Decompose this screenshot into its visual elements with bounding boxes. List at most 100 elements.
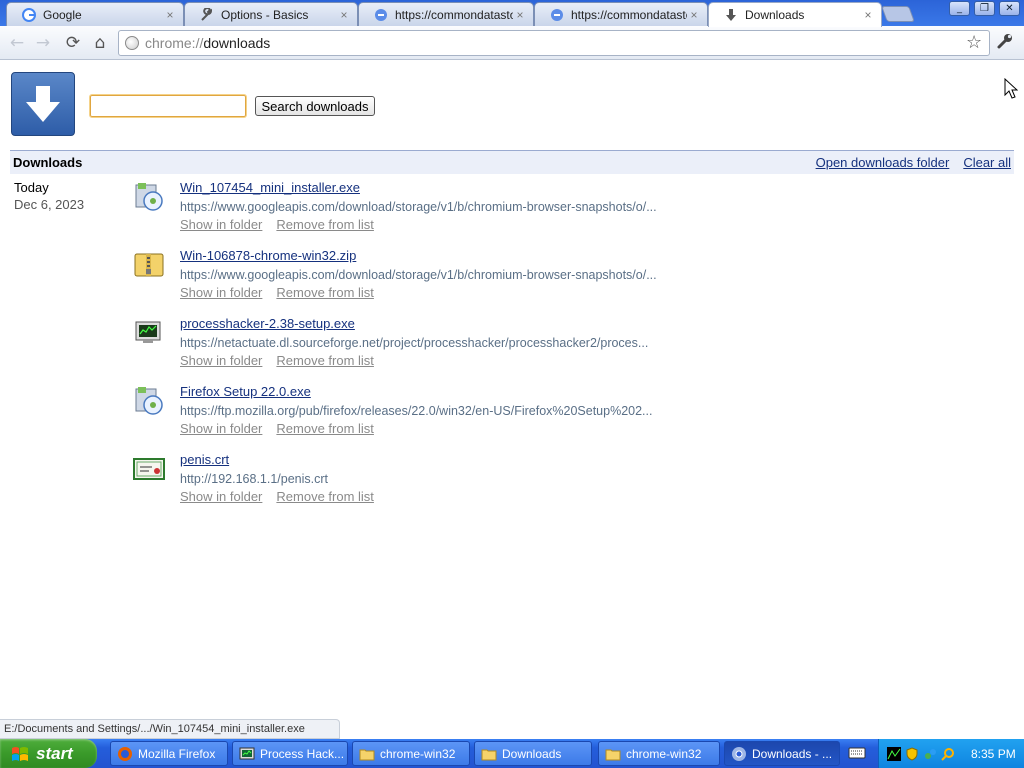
download-item: penis.crt http://192.168.1.1/penis.crt S…: [132, 452, 732, 520]
taskbar-item-downloads-chromium[interactable]: Downloads - ...: [724, 741, 840, 766]
download-actions: Show in folder Remove from list: [180, 217, 388, 232]
security-shield-icon[interactable]: [905, 746, 919, 761]
start-button[interactable]: start: [0, 739, 97, 768]
wrench-icon: [199, 7, 215, 23]
tab-commondatastorage-2[interactable]: https://commondatastorage ×: [534, 2, 708, 26]
show-in-folder-link[interactable]: Show in folder: [180, 217, 262, 232]
section-title: Downloads: [13, 155, 83, 170]
close-icon[interactable]: ×: [163, 8, 177, 22]
certificate-icon: [132, 452, 166, 486]
tab-label: Downloads: [745, 8, 805, 22]
taskbar-item-mozilla-firefox[interactable]: Mozilla Firefox: [110, 741, 228, 766]
reload-button[interactable]: ⟳: [62, 32, 84, 54]
installer-icon: [132, 384, 166, 418]
google-icon: [21, 7, 37, 23]
show-in-folder-link[interactable]: Show in folder: [180, 353, 262, 368]
folder-icon: [481, 749, 497, 760]
folder-icon: [605, 749, 621, 760]
installer-icon: [132, 180, 166, 214]
download-source-url[interactable]: https://www.googleapis.com/download/stor…: [180, 200, 680, 214]
minimize-button[interactable]: _: [949, 1, 970, 16]
download-source-url[interactable]: https://ftp.mozilla.org/pub/firefox/rele…: [180, 404, 680, 418]
clear-all-link[interactable]: Clear all: [963, 155, 1011, 170]
download-source-url[interactable]: https://www.googleapis.com/download/stor…: [180, 268, 680, 282]
close-icon[interactable]: ×: [513, 8, 527, 22]
process-hacker-icon: [239, 747, 255, 759]
show-in-folder-link[interactable]: Show in folder: [180, 285, 262, 300]
download-icon: [723, 7, 739, 23]
taskbar-item-process-hacker[interactable]: Process Hack...: [232, 741, 348, 766]
new-tab-button[interactable]: [881, 6, 915, 22]
remove-from-list-link[interactable]: Remove from list: [276, 421, 374, 436]
download-actions: Show in folder Remove from list: [180, 285, 388, 300]
remove-from-list-link[interactable]: Remove from list: [276, 353, 374, 368]
download-item: Win-106878-chrome-win32.zip https://www.…: [132, 248, 732, 316]
taskbar-item-label: Mozilla Firefox: [138, 746, 216, 761]
close-window-button[interactable]: ✕: [999, 1, 1020, 16]
download-actions: Show in folder Remove from list: [180, 489, 388, 504]
taskbar-item-label: Process Hack...: [260, 746, 345, 761]
taskbar-item-label: chrome-win32: [626, 746, 702, 761]
tab-strip: Google × Options - Basics × https://comm…: [0, 0, 1024, 27]
download-filename-link[interactable]: Firefox Setup 22.0.exe: [180, 384, 311, 399]
zip-archive-icon: [132, 248, 166, 282]
download-source-url[interactable]: http://192.168.1.1/penis.crt: [180, 472, 680, 486]
remove-from-list-link[interactable]: Remove from list: [276, 285, 374, 300]
taskbar-item-label: Downloads - ...: [752, 746, 833, 761]
tab-google[interactable]: Google ×: [6, 2, 184, 26]
tab-options-basics[interactable]: Options - Basics ×: [184, 2, 358, 26]
taskbar-item-downloads-folder[interactable]: Downloads: [474, 741, 592, 766]
globe-icon: [373, 7, 389, 23]
windows-taskbar: start Mozilla Firefox Process Hack... ch…: [0, 739, 1024, 768]
address-bar[interactable]: chrome://downloads: [118, 30, 990, 56]
monitor-app-icon: [132, 316, 166, 350]
open-downloads-folder-link[interactable]: Open downloads folder: [816, 155, 950, 170]
close-icon[interactable]: ×: [861, 8, 875, 22]
tab-commondatastorage-1[interactable]: https://commondatastorage ×: [358, 2, 534, 26]
taskbar-item-label: Downloads: [502, 746, 562, 761]
tab-downloads[interactable]: Downloads ×: [708, 2, 882, 27]
chromium-icon: [732, 746, 746, 761]
download-source-url[interactable]: https://netactuate.dl.sourceforge.net/pr…: [180, 336, 680, 350]
network-icon[interactable]: [923, 747, 937, 761]
browser-toolbar: ← → ⟳ ⌂ chrome://downloads ☆: [0, 26, 1024, 60]
tab-label: Google: [43, 7, 82, 22]
forward-button[interactable]: →: [32, 32, 54, 54]
search-downloads-button[interactable]: Search downloads: [255, 96, 375, 116]
page-info-icon[interactable]: [125, 36, 139, 50]
tab-label: https://commondatastorage: [571, 7, 687, 22]
download-actions: Show in folder Remove from list: [180, 353, 388, 368]
taskbar-item-chrome-win32-2[interactable]: chrome-win32: [598, 741, 720, 766]
download-filename-link[interactable]: processhacker-2.38-setup.exe: [180, 316, 355, 331]
status-bubble: E:/Documents and Settings/.../Win_107454…: [0, 719, 340, 739]
remove-from-list-link[interactable]: Remove from list: [276, 489, 374, 504]
system-tray: 8:35 PM: [878, 739, 1024, 768]
url-scheme: chrome://: [145, 35, 204, 51]
firefox-icon: [118, 746, 132, 761]
search-icon[interactable]: [941, 747, 955, 761]
taskbar-item-chrome-win32[interactable]: chrome-win32: [352, 741, 470, 766]
back-button[interactable]: ←: [6, 32, 28, 54]
downloads-section-header: Downloads Open downloads folder Clear al…: [10, 150, 1014, 174]
close-icon[interactable]: ×: [337, 8, 351, 22]
maximize-button[interactable]: ❐: [974, 1, 995, 16]
folder-icon: [359, 749, 375, 760]
downloads-list: Win_107454_mini_installer.exe https://ww…: [132, 180, 732, 520]
wrench-menu-icon[interactable]: [996, 32, 1014, 55]
close-icon[interactable]: ×: [687, 8, 701, 22]
home-button[interactable]: ⌂: [89, 32, 111, 54]
search-downloads-input[interactable]: [89, 94, 247, 118]
show-in-folder-link[interactable]: Show in folder: [180, 489, 262, 504]
taskbar-clock: 8:35 PM: [971, 746, 1016, 761]
globe-icon: [549, 7, 565, 23]
windows-flag-icon: [12, 746, 28, 761]
download-filename-link[interactable]: Win_107454_mini_installer.exe: [180, 180, 360, 195]
show-in-folder-link[interactable]: Show in folder: [180, 421, 262, 436]
mouse-cursor-icon: [1004, 77, 1019, 103]
download-filename-link[interactable]: penis.crt: [180, 452, 229, 467]
keyboard-icon[interactable]: [848, 745, 866, 761]
download-filename-link[interactable]: Win-106878-chrome-win32.zip: [180, 248, 356, 263]
remove-from-list-link[interactable]: Remove from list: [276, 217, 374, 232]
process-graph-icon[interactable]: [887, 746, 901, 761]
bookmark-star-icon[interactable]: ☆: [966, 32, 982, 53]
